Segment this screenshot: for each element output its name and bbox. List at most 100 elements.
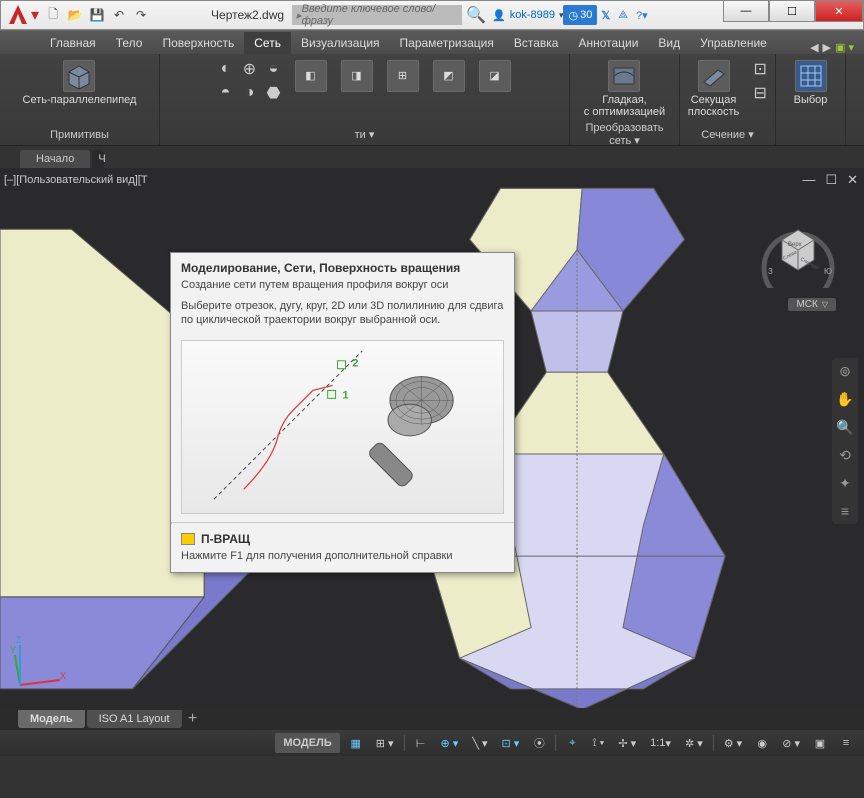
ribbon-tab[interactable]: Визуализация	[291, 32, 390, 54]
sb-snap-icon[interactable]: ⊞ ▾	[372, 733, 398, 753]
qat-undo-icon[interactable]: ↶	[109, 5, 129, 25]
ribbon-tab[interactable]: Главная	[40, 32, 106, 54]
sb-hardware-icon[interactable]: ◉	[752, 733, 772, 753]
search-icon[interactable]: 🔍	[466, 5, 486, 25]
user-account[interactable]: 👤 kok-8989 ▾	[492, 9, 564, 22]
layout-tab-add-icon[interactable]: +	[184, 707, 202, 730]
sb-customize-icon[interactable]: ≡	[836, 733, 856, 753]
ribbon-scroll-left-icon[interactable]: ◀	[810, 41, 818, 54]
ribbon-tab-active[interactable]: Сеть	[244, 32, 291, 54]
title-bar: ▾ 🗋 📂 💾 ↶ ↷ Чертеж2.dwg ▸ Введите ключев…	[0, 0, 864, 30]
qat-redo-icon[interactable]: ↷	[131, 5, 151, 25]
ribbon-tab-bullet-icon[interactable]: ▣ ▾	[835, 41, 854, 54]
trial-badge[interactable]: ◷30	[563, 5, 597, 25]
mesh-tool-icon[interactable]: ⬣	[263, 82, 285, 104]
file-tab[interactable]: Начало	[20, 150, 90, 168]
mesh-tool-icon[interactable]: ◐	[215, 58, 237, 80]
drawing-viewport[interactable]: [–][Пользовательский вид][Т — ☐ ✕	[0, 168, 864, 730]
tooltip-help-hint: Нажмите F1 для получения дополнительной …	[171, 548, 514, 572]
zoom-icon[interactable]: 🔍	[836, 418, 854, 436]
ribbon-body: Сеть-параллелепипед Примитивы ◐ ⊕ ◒ ◓ ◑ …	[0, 54, 864, 146]
full-nav-wheel-icon[interactable]: ⊚	[836, 362, 854, 380]
qat-new-icon[interactable]: 🗋	[43, 5, 63, 25]
a360-icon[interactable]: ⟁	[614, 5, 632, 25]
showmotion-icon[interactable]: ✦	[836, 474, 854, 492]
help-icon[interactable]: ?▾	[632, 5, 652, 25]
exchange-icon[interactable]: 𝕏	[597, 5, 614, 25]
minimize-button[interactable]: —	[723, 0, 769, 22]
wcs-label[interactable]: МСК▽	[788, 298, 836, 311]
qat-save-icon[interactable]: 💾	[87, 5, 107, 25]
svg-text:X: X	[60, 671, 66, 681]
qat-open-icon[interactable]: 📂	[65, 5, 85, 25]
document-title: Чертеж2.dwg	[211, 8, 284, 22]
smooth-optimized-icon	[608, 60, 640, 92]
sb-grid-icon[interactable]: ▦	[346, 733, 366, 753]
ucs-icon[interactable]: X Y Z	[10, 635, 70, 700]
section-tool-icon[interactable]: ⊟	[749, 82, 771, 104]
sb-clean-icon[interactable]: ▣	[810, 733, 830, 753]
mesh-box-button[interactable]: Сеть-параллелепипед	[19, 58, 141, 108]
sb-3dosnap-icon[interactable]: ⦿	[529, 733, 549, 753]
ribbon-tab-strip: Главная Тело Поверхность Сеть Визуализац…	[0, 30, 864, 54]
sb-model-button[interactable]: МОДЕЛЬ	[275, 733, 339, 753]
sb-osnap-icon[interactable]: ⊡ ▾	[498, 733, 524, 753]
sb-iso-icon[interactable]: ╲ ▾	[468, 733, 491, 753]
mesh-smooth-more-icon[interactable]: ◧	[291, 58, 331, 94]
close-button[interactable]: ✕	[815, 0, 863, 22]
ribbon-tab[interactable]: Управление	[690, 32, 777, 54]
tooltip-title: Моделирование, Сети, Поверхность вращени…	[171, 253, 514, 279]
ribbon-tab[interactable]: Аннотации	[568, 32, 648, 54]
selection-button[interactable]: Выбор	[790, 58, 832, 108]
sb-anno-scale[interactable]: 1:1 ▾	[646, 733, 675, 753]
svg-text:Верх: Верх	[788, 242, 802, 248]
mesh-tool-icon[interactable]: ◓	[215, 82, 237, 104]
panel-label: Примитивы	[50, 127, 109, 143]
ribbon-scroll-right-icon[interactable]: ▶	[823, 41, 831, 54]
panel-label: Преобразовать сеть ▾	[576, 120, 673, 149]
viewcube[interactable]: З Ю Верх Слева Спереди	[758, 208, 838, 288]
status-bar: МОДЕЛЬ ▦ ⊞ ▾ ⊢ ⊕ ▾ ╲ ▾ ⊡ ▾ ⦿ ⌖ ⟟ ▾ ✢ ▾ 1…	[0, 730, 864, 756]
mesh-box-icon	[63, 60, 95, 92]
maximize-button[interactable]: ☐	[769, 0, 815, 22]
layout-tab[interactable]: ISO A1 Layout	[87, 710, 182, 728]
mesh-tool-icon[interactable]: ◒	[263, 58, 285, 80]
sb-isolate-icon[interactable]: ⊘ ▾	[778, 733, 804, 753]
mesh-refine-icon[interactable]: ⊞	[383, 58, 423, 94]
mesh-uncrease-icon[interactable]: ◪	[475, 58, 515, 94]
orbit-icon[interactable]: ⟲	[836, 446, 854, 464]
ribbon-tab[interactable]: Вставка	[504, 32, 569, 54]
ribbon-tab[interactable]: Параметризация	[390, 32, 504, 54]
window-controls: — ☐ ✕	[723, 0, 863, 22]
mesh-smooth-less-icon[interactable]: ◨	[337, 58, 377, 94]
pan-icon[interactable]: ✋	[836, 390, 854, 408]
nav-collapse-icon[interactable]: ≡	[836, 502, 854, 520]
mesh-crease-icon[interactable]: ◩	[429, 58, 469, 94]
sb-polar-icon[interactable]: ⊕ ▾	[437, 733, 463, 753]
search-input[interactable]: ▸ Введите ключевое слово/фразу	[292, 5, 462, 25]
sb-workspace-icon[interactable]: ⚙ ▾	[720, 733, 746, 753]
section-plane-button[interactable]: Секущая плоскость	[684, 58, 743, 120]
section-tool-icon[interactable]: ⊡	[749, 58, 771, 80]
file-tab-active[interactable]: Ч	[92, 150, 104, 168]
app-logo[interactable]	[5, 2, 31, 28]
svg-text:1: 1	[343, 389, 349, 401]
mesh-tool-icon[interactable]: ⊕	[239, 58, 261, 80]
ribbon-tab[interactable]: Поверхность	[152, 32, 244, 54]
svg-text:2: 2	[352, 357, 358, 369]
sb-dynamic-ucs-icon[interactable]: ⌖	[562, 733, 582, 753]
panel-label	[809, 127, 812, 143]
sb-gizmo-icon[interactable]: ✢ ▾	[614, 733, 640, 753]
tooltip-illustration: 2 1	[181, 340, 504, 514]
sb-ortho-icon[interactable]: ⊢	[411, 733, 431, 753]
sb-filter-icon[interactable]: ⟟ ▾	[588, 733, 608, 753]
section-plane-icon	[698, 60, 730, 92]
svg-text:Z: Z	[16, 635, 22, 645]
sb-anno-vis-icon[interactable]: ✲ ▾	[681, 733, 707, 753]
search-placeholder: Введите ключевое слово/фразу	[302, 3, 458, 27]
ribbon-tab[interactable]: Вид	[648, 32, 690, 54]
smooth-optimized-button[interactable]: Гладкая, с оптимизацией	[580, 58, 669, 120]
mesh-tool-icon[interactable]: ◑	[239, 82, 261, 104]
layout-tab-model[interactable]: Модель	[18, 710, 85, 728]
ribbon-tab[interactable]: Тело	[106, 32, 153, 54]
